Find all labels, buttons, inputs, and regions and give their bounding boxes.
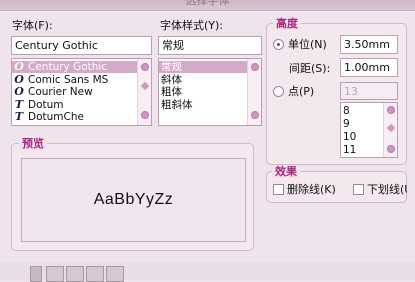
list-item[interactable]: 9 [341, 118, 383, 130]
list-item-label: 斜体 [161, 73, 182, 86]
underline-checkbox[interactable] [353, 184, 364, 195]
scroll-up-knob[interactable] [387, 106, 395, 114]
font-list[interactable]: O Century Gothic O Comic Sans MS O Courier Ne… [11, 58, 152, 126]
scroll-up-knob[interactable] [251, 63, 259, 71]
list-item-label: 常规 [161, 61, 182, 73]
unit-value-input[interactable]: 3.50mm [340, 35, 398, 54]
list-item[interactable]: 常规 [159, 61, 247, 73]
style-list-scrollbar[interactable] [247, 59, 261, 125]
list-item-label: 9 [343, 118, 350, 130]
list-item[interactable]: T Dotum [12, 97, 137, 111]
point-list-scrollbar[interactable] [383, 103, 397, 157]
strikethrough-label: 删除线(K) [287, 183, 336, 196]
opentype-font-icon: O [14, 72, 24, 86]
list-item[interactable]: 10 [341, 131, 383, 143]
list-item[interactable]: 8 [341, 105, 383, 117]
spacing-label: 间距(S): [289, 62, 331, 75]
font-style-list[interactable]: 常规 斜体 粗体 粗斜体 [158, 58, 262, 126]
point-size-list[interactable]: 8 9 10 11 [340, 102, 398, 158]
font-list-scrollbar[interactable] [137, 59, 151, 125]
list-item-label: 粗斜体 [161, 98, 193, 111]
list-item[interactable]: T DotumChe [12, 110, 137, 124]
preview-sample-text: AaBbYyZz [93, 191, 174, 208]
list-item[interactable]: O Century Gothic [12, 61, 137, 73]
list-item-label: 10 [343, 131, 357, 143]
list-item-label: Courier New [28, 86, 93, 98]
font-label: 字体(F): [12, 19, 53, 32]
point-radio[interactable] [273, 86, 284, 97]
unit-radio[interactable] [273, 39, 284, 50]
font-style-label: 字体样式(Y): [160, 19, 224, 32]
opentype-font-icon: O [14, 60, 24, 73]
point-label: 点(P) [288, 85, 315, 98]
list-item[interactable]: 粗斜体 [159, 99, 247, 111]
list-item-label: DotumChe [28, 111, 84, 123]
scroll-down-knob[interactable] [387, 145, 395, 153]
list-item[interactable]: O Courier New [12, 85, 137, 99]
unit-label: 单位(N) [288, 38, 327, 51]
opentype-font-icon: O [14, 85, 24, 98]
spacing-value-input[interactable]: 1.00mm [340, 58, 398, 77]
list-item-label: Comic Sans MS [28, 73, 109, 86]
scroll-up-knob[interactable] [141, 63, 149, 71]
font-name-input[interactable]: Century Gothic [11, 36, 152, 55]
list-item[interactable]: O Comic Sans MS [12, 72, 137, 86]
font-style-input[interactable]: 常规 [158, 36, 262, 55]
scroll-down-knob[interactable] [251, 111, 259, 119]
list-item[interactable]: 粗体 [159, 86, 247, 98]
effects-legend: 效果 [272, 165, 300, 178]
list-item-label: 粗体 [161, 86, 182, 98]
bottom-strip [0, 262, 415, 282]
list-item-label: 11 [343, 144, 357, 156]
strikethrough-checkbox[interactable] [273, 184, 284, 195]
list-item[interactable]: 11 [341, 144, 383, 156]
preview-legend: 预览 [19, 137, 47, 150]
list-item-label: Dotum [28, 98, 64, 111]
list-item-label: Century Gothic [28, 61, 108, 73]
scroll-down-knob[interactable] [141, 111, 149, 119]
list-item-label: 8 [343, 105, 350, 117]
preview-area: AaBbYyZz [21, 158, 246, 242]
list-item[interactable]: 斜体 [159, 74, 247, 86]
truetype-font-icon: T [14, 97, 24, 111]
window-title: 选择字体 [185, 0, 230, 7]
underline-label: 下划线(U) [367, 183, 407, 196]
scroll-thumb[interactable] [386, 123, 396, 133]
scroll-thumb[interactable] [140, 81, 150, 91]
point-value-input[interactable]: 13 [340, 82, 398, 100]
height-legend: 高度 [273, 17, 301, 30]
truetype-font-icon: T [14, 110, 24, 123]
